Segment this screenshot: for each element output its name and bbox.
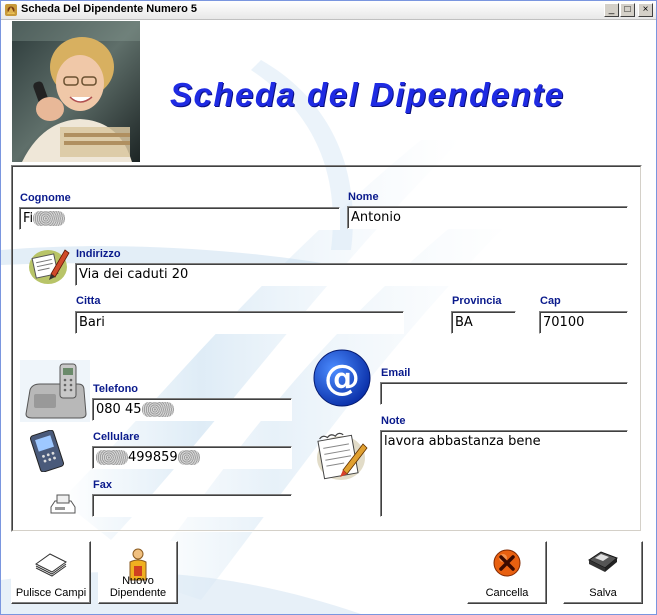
save-label: Salva bbox=[589, 587, 617, 599]
clear-fields-button[interactable]: Pulisce Campi bbox=[11, 541, 91, 604]
page-title: Scheda del Dipendente bbox=[170, 76, 565, 113]
delete-label: Cancella bbox=[485, 587, 529, 599]
email-field[interactable] bbox=[380, 382, 628, 405]
main-window: Scheda Del Dipendente Numero 5 _ □ × Sch… bbox=[0, 0, 657, 615]
new-employee-label-line1: Nuovo bbox=[122, 575, 154, 587]
close-icon: × bbox=[642, 4, 649, 15]
cap-label: Cap bbox=[540, 295, 561, 307]
nome-field[interactable]: Antonio bbox=[347, 206, 628, 229]
close-button[interactable]: × bbox=[638, 3, 653, 17]
cordless-phone-icon bbox=[20, 360, 90, 422]
cap-field[interactable]: 70100 bbox=[539, 311, 628, 334]
nome-label: Nome bbox=[348, 191, 379, 203]
save-floppy-icon bbox=[588, 551, 618, 572]
redaction-smudge bbox=[96, 450, 128, 465]
telefono-field[interactable]: 080 45 bbox=[92, 398, 292, 421]
save-button[interactable]: Salva bbox=[563, 541, 643, 604]
form-client-area: Scheda del Dipendente Cognome Fi Nome An… bbox=[1, 20, 656, 614]
minimize-icon: _ bbox=[608, 4, 615, 15]
cognome-value: Fi bbox=[23, 211, 34, 226]
provincia-field[interactable]: BA bbox=[451, 311, 516, 334]
citta-label: Citta bbox=[76, 295, 101, 307]
cellphone-icon bbox=[29, 430, 65, 472]
svg-text:@: @ bbox=[324, 358, 360, 399]
fax-label: Fax bbox=[93, 479, 112, 491]
cellulare-field[interactable]: 499859 bbox=[92, 446, 292, 469]
minimize-button[interactable]: _ bbox=[604, 3, 619, 17]
redaction-smudge bbox=[33, 211, 66, 226]
indirizzo-field[interactable]: Via dei caduti 20 bbox=[75, 263, 628, 286]
citta-field[interactable]: Bari bbox=[75, 311, 404, 334]
cognome-label: Cognome bbox=[20, 192, 71, 204]
note-pencil-icon bbox=[317, 432, 368, 480]
telefono-value: 080 45 bbox=[96, 402, 142, 417]
clear-fields-label: Pulisce Campi bbox=[15, 587, 87, 599]
indirizzo-label: Indirizzo bbox=[76, 248, 121, 260]
delete-button[interactable]: Cancella bbox=[467, 541, 547, 604]
email-label: Email bbox=[381, 367, 411, 379]
cognome-field[interactable]: Fi bbox=[19, 207, 340, 230]
notepad-pen-icon bbox=[29, 249, 70, 284]
note-label: Note bbox=[381, 415, 406, 427]
provincia-label: Provincia bbox=[452, 295, 502, 307]
new-employee-button[interactable]: Nuovo Dipendente bbox=[98, 541, 178, 604]
email-at-icon: @ bbox=[313, 349, 371, 407]
delete-icon bbox=[493, 549, 521, 577]
note-textarea[interactable]: lavora abbastanza bene bbox=[380, 430, 628, 517]
clear-fields-icon bbox=[35, 553, 67, 577]
new-employee-label: Nuovo Dipendente bbox=[99, 575, 177, 599]
maximize-button[interactable]: □ bbox=[620, 3, 635, 17]
fax-field[interactable] bbox=[92, 494, 292, 517]
window-title: Scheda Del Dipendente Numero 5 bbox=[21, 3, 198, 15]
title-bar[interactable]: Scheda Del Dipendente Numero 5 _ □ × bbox=[1, 1, 656, 20]
telefono-label: Telefono bbox=[93, 383, 139, 395]
cellulare-label: Cellulare bbox=[93, 431, 140, 443]
employee-photo bbox=[12, 21, 140, 162]
maximize-icon: □ bbox=[624, 4, 631, 15]
new-employee-label-line2: Dipendente bbox=[109, 587, 167, 599]
cellulare-value: 499859 bbox=[128, 450, 178, 465]
redaction-smudge bbox=[177, 450, 200, 465]
app-icon bbox=[5, 4, 17, 16]
fax-icon bbox=[50, 494, 76, 514]
redaction-smudge bbox=[141, 402, 174, 417]
